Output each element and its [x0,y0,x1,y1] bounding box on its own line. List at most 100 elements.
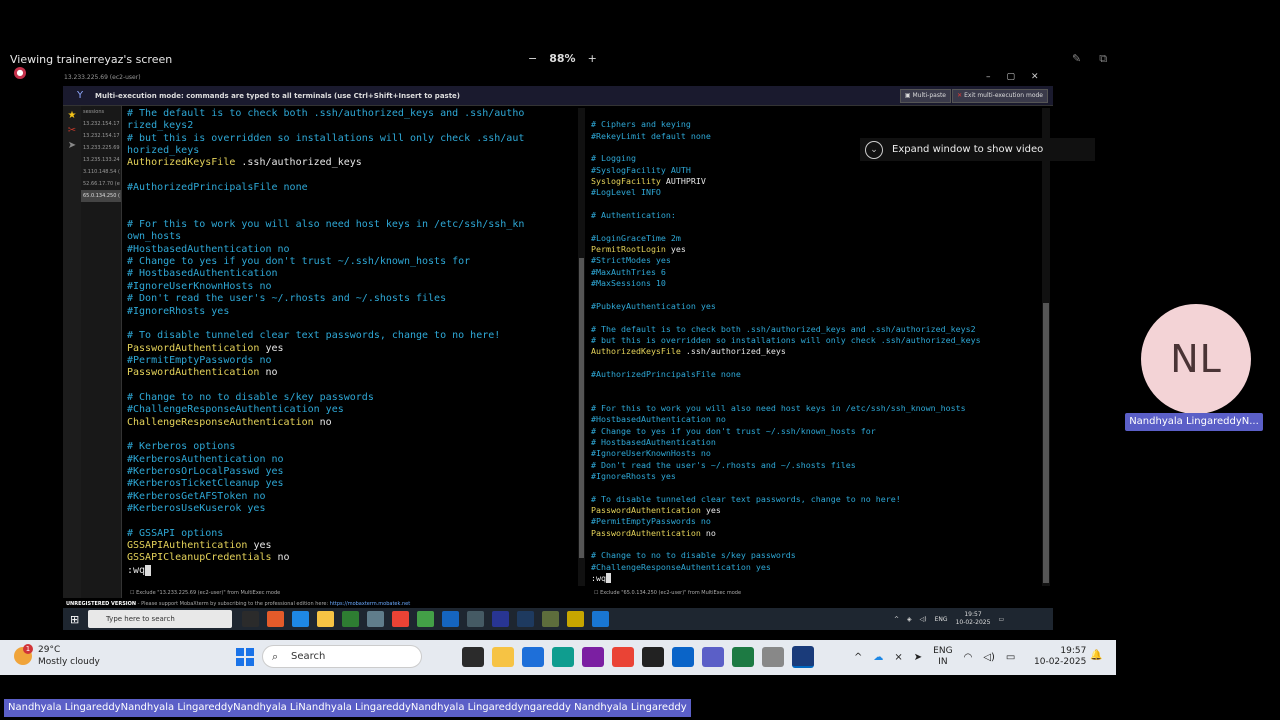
zoom-out-button[interactable]: − [528,52,537,65]
mobaxterm-icon[interactable] [792,646,814,668]
scrollbar-thumb[interactable] [579,258,584,558]
app-icon[interactable] [592,611,609,627]
clock-date: 10-02-2025 [1034,657,1087,667]
notepad-icon[interactable] [522,647,544,667]
tools-icon[interactable]: ✂ [63,125,81,136]
session-item[interactable]: 13.232.154.17 [81,130,121,142]
session-item[interactable]: 13.232.154.17 [81,118,121,130]
taskbar-search-box[interactable]: ⌕ Search [262,645,422,668]
inner-clock[interactable]: 19:57 10-02-2025 [956,611,991,627]
wifi-icon[interactable]: ◠ [964,652,973,663]
outlook-icon[interactable] [672,647,694,667]
exclude-left-checkbox[interactable]: ☐ Exclude "13.233.225.69 (ec2-user)" fro… [130,590,280,596]
multi-paste-button[interactable]: ▣ Multi-paste [899,89,951,103]
terminal-line: # Kerberos options [127,441,578,453]
participant-name-strip: Nandhyala LingareddyNandhyala Lingareddy… [4,699,691,717]
maximize-icon[interactable]: ▢ [1007,72,1016,82]
star-icon[interactable]: ★ [63,110,81,121]
terminal-line: #MaxAuthTries 6 [591,267,1041,278]
exit-multiexec-label: Exit multi-execution mode [964,92,1043,99]
edge-icon[interactable] [292,611,309,627]
language-indicator[interactable]: ENG IN [933,646,952,668]
terminal-left[interactable]: # The default is to check both .ssh/auth… [123,108,578,586]
session-item[interactable]: 52.66.17.70 (e [81,178,121,190]
terminal-line: # For this to work you will also need ho… [127,219,578,231]
mobaxterm-taskbar-icon[interactable] [542,611,559,627]
chrome-icon[interactable] [612,647,634,667]
store-icon[interactable] [342,611,359,627]
start-icon[interactable] [236,648,254,666]
terminal-right-scrollbar[interactable] [1042,108,1050,586]
search-icon: ⌕ [272,650,279,663]
inner-lang[interactable]: ENG [935,616,948,623]
file-explorer-icon[interactable] [492,647,514,667]
terminal-line-text: # but this is overridden so installation… [127,132,525,144]
scrollbar-thumb[interactable] [1043,303,1049,583]
terminal-line-text: # Don't read the user's ~/.rhosts and ~/… [127,293,447,305]
terminal-line-text: #ChallengeResponseAuthentication yes [591,561,771,572]
send-icon[interactable]: ➤ [63,140,81,151]
app-icon[interactable] [517,611,534,627]
folder-icon[interactable] [317,611,334,627]
terminal-line: #PubkeyAuthentication yes [591,301,1041,312]
terminal-line: ChallengeResponseAuthentication no [127,417,578,429]
chrome-icon[interactable] [392,611,409,627]
exclude-right-checkbox[interactable]: ☐ Exclude "65.0.134.250 (ec2-user)" from… [594,590,741,596]
terminal-line-text: #KerberosTicketCleanup yes [127,478,284,490]
excel-icon[interactable] [732,647,754,667]
edge-icon[interactable] [552,647,574,667]
expand-video-banner[interactable]: ⌄ Expand window to show video [860,138,1095,161]
copilot-icon[interactable] [582,647,604,667]
volume-icon[interactable]: ◁) [983,652,995,663]
send-icon[interactable]: ➤ [914,652,922,663]
firefox-icon[interactable] [267,611,284,627]
vscode-icon[interactable] [442,611,459,627]
taskbar-clock[interactable]: 19:57 10-02-2025 [1034,646,1086,668]
task-view-icon[interactable] [242,611,259,627]
inner-start-icon[interactable]: ⊞ [70,613,79,626]
session-item[interactable]: 3.110.148.54 ( [81,166,121,178]
session-item[interactable]: 13.233.225.69 [81,142,121,154]
terminal-line-text [127,318,133,329]
terminal-line-text: # but this is overridden so installation… [591,334,981,345]
app-icon[interactable] [467,611,484,627]
session-item-selected[interactable]: 65.0.134.250 ( [81,190,121,202]
battery-icon[interactable]: ▭ [1006,652,1015,663]
annotate-icon[interactable]: ✎ [1072,52,1081,66]
bell-icon[interactable]: 🔔 [1090,650,1102,661]
terminal-left-scrollbar[interactable] [578,108,585,586]
volume-icon[interactable]: ◁) [920,616,927,623]
inner-search-box[interactable]: Type here to search [88,610,232,628]
terminal-line-text: #PubkeyAuthentication yes [591,300,716,311]
app-icon[interactable] [567,611,584,627]
teams-icon[interactable] [702,647,724,667]
session-item[interactable]: 13.235.133.24 [81,154,121,166]
chevron-up-icon[interactable]: ^ [854,652,862,663]
terminal-right[interactable]: # Ciphers and keying #RekeyLimit default … [588,108,1041,586]
popout-icon[interactable]: ⧉ [1099,52,1107,66]
weather-desc: Mostly cloudy [38,657,100,667]
task-view-icon[interactable] [462,647,484,667]
minimize-icon[interactable]: – [986,72,991,82]
onedrive-icon[interactable]: ☁ [873,652,883,663]
unregistered-text: - Please support MobaXterm by subscribin… [136,601,330,607]
app-icon[interactable] [367,611,384,627]
app-icon[interactable] [417,611,434,627]
weather-widget[interactable]: 1 29°C Mostly cloudy [14,644,100,668]
terminal-line: #HostbasedAuthentication no [591,414,1041,425]
zoom-in-button[interactable]: + [588,52,597,65]
notification-icon[interactable]: ▭ [998,616,1004,623]
chevron-up-icon[interactable]: ^ [894,616,899,623]
mobaxterm-link[interactable]: https://mobaxterm.mobatek.net [330,601,410,607]
exit-multiexec-button[interactable]: ✕ Exit multi-execution mode [952,89,1048,103]
terminal-line-text [591,358,596,368]
terminal-line-text [127,207,133,218]
multiexec-bar: Y Multi-execution mode: commands are typ… [63,86,1053,106]
close-icon[interactable]: ✕ [1031,72,1039,82]
remote-desktop-icon[interactable] [762,647,784,667]
terminal-line-text: # HostbasedAuthentication [127,268,278,280]
terminal-icon[interactable] [642,647,664,667]
app-icon[interactable] [492,611,509,627]
network-icon[interactable]: ◈ [907,616,912,623]
mic-muted-icon[interactable]: ⨯ [894,652,902,663]
